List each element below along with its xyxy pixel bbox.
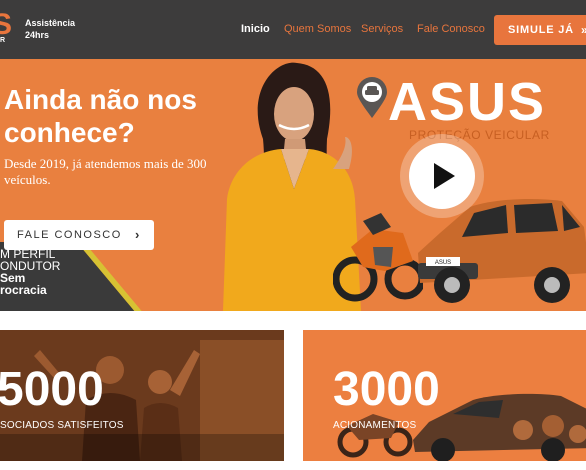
stat-label-acionamentos: ACIONAMENTOS	[333, 420, 417, 431]
plate-text: ASUS	[435, 260, 451, 266]
hero-subtitle: Desde 2019, já atendemos mais de 300 veí…	[4, 156, 207, 187]
stat-label-associados: SOCIADOS SATISFEITOS	[0, 420, 124, 431]
simule-ja-button[interactable]: SIMULE JÁ »	[494, 15, 586, 45]
play-icon	[434, 163, 455, 189]
nav-item-quem-somos[interactable]: Quem Somos	[284, 23, 351, 35]
chevron-right-icon: ›	[135, 227, 141, 242]
perfil-line-4: rocracia	[0, 283, 47, 297]
perfil-condutor-text: M PERFIL ONDUTOR Sem rocracia	[0, 248, 60, 296]
stat-number-acionamentos: 3000	[333, 363, 440, 416]
brand-tagline: PROTEÇÃO VEICULAR	[409, 128, 550, 142]
fale-conosco-label: FALE CONOSCO	[17, 229, 122, 241]
assistance-hours: 24hrs	[25, 30, 50, 40]
stat-card-associados: 5000 SOCIADOS SATISFEITOS	[0, 330, 284, 461]
logo-subtext: R	[0, 37, 6, 44]
video-play-button[interactable]	[409, 143, 475, 209]
nav-item-servicos[interactable]: Serviços	[361, 23, 403, 35]
simule-ja-label: SIMULE JÁ	[508, 24, 574, 36]
hero-banner: Ainda não nos conhece? Desde 2019, já at…	[0, 59, 586, 311]
stat-card-acionamentos: 3000 ACIONAMENTOS	[303, 330, 586, 461]
stat-number-associados: 5000	[0, 363, 104, 416]
assistance-label: Assistência	[25, 18, 76, 28]
site-header: S R Assistência 24hrs Inicio Quem Somos …	[0, 0, 586, 59]
brand-logo[interactable]: S R	[0, 12, 22, 46]
fale-conosco-button[interactable]: FALE CONOSCO ›	[4, 220, 154, 250]
nav-item-inicio[interactable]: Inicio	[241, 23, 270, 35]
assistance-badge: Assistência 24hrs	[25, 17, 75, 41]
nav-item-fale-conosco[interactable]: Fale Conosco	[417, 23, 485, 35]
hero-title: Ainda não nos conhece?	[4, 84, 197, 148]
car-pin-icon	[357, 77, 387, 118]
double-chevron-icon: »	[581, 23, 586, 37]
brand-wordmark: ASUS	[388, 72, 547, 132]
